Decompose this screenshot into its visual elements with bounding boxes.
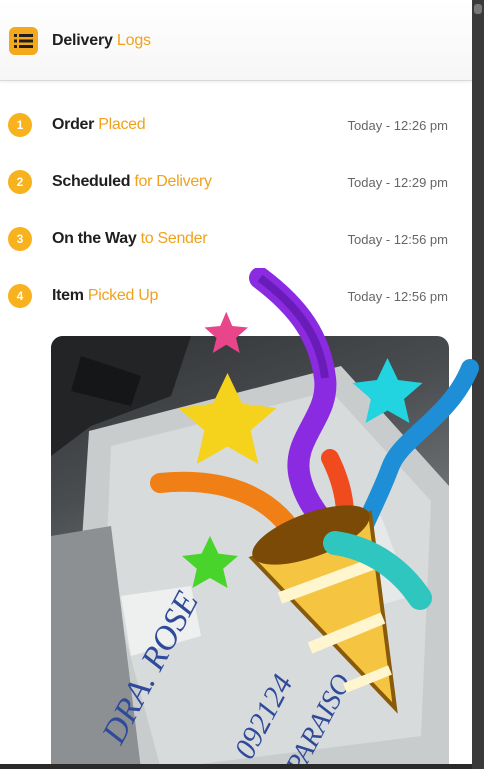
log-status: Item Picked Up — [52, 287, 158, 305]
log-status: On the Way to Sender — [52, 230, 208, 248]
party-popper-icon — [150, 268, 479, 714]
log-time: Today - 12:26 pm — [347, 118, 448, 133]
log-row: 1 Order Placed Today - 12:26 pm — [0, 109, 472, 143]
log-status-main: Scheduled — [52, 173, 131, 190]
step-badge: 2 — [8, 170, 32, 194]
menu-icon — [14, 34, 33, 48]
bottom-edge — [0, 764, 472, 769]
log-status-main: On the Way — [52, 230, 137, 247]
page-title: Delivery Logs — [52, 32, 151, 50]
log-status-accent: to Sender — [140, 230, 208, 247]
step-badge: 1 — [8, 113, 32, 137]
log-status-main: Order — [52, 116, 95, 133]
page-title-accent: Logs — [116, 32, 151, 49]
log-time: Today - 12:29 pm — [347, 175, 448, 190]
menu-button[interactable] — [9, 27, 38, 55]
app-header: Delivery Logs — [0, 0, 472, 81]
log-time: Today - 12:56 pm — [347, 232, 448, 247]
log-status: Order Placed — [52, 116, 146, 134]
step-badge: 3 — [8, 227, 32, 251]
step-badge: 4 — [8, 284, 32, 308]
log-status-accent: Picked Up — [87, 287, 159, 304]
log-row: 2 Scheduled for Delivery Today - 12:29 p… — [0, 166, 472, 200]
page-title-main: Delivery — [52, 32, 113, 49]
scrollbar-thumb[interactable] — [474, 4, 482, 14]
log-status-main: Item — [52, 287, 84, 304]
log-status: Scheduled for Delivery — [52, 173, 212, 191]
log-status-accent: for Delivery — [134, 173, 212, 190]
log-status-accent: Placed — [98, 116, 146, 133]
log-row: 3 On the Way to Sender Today - 12:56 pm — [0, 223, 472, 257]
